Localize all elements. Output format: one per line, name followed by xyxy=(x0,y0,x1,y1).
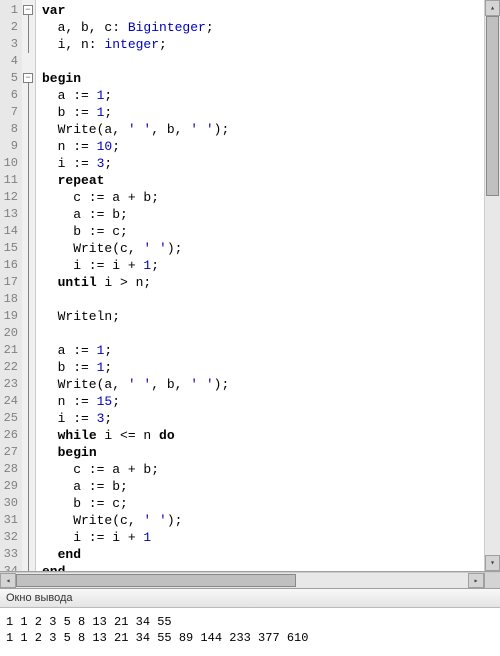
code-line[interactable]: i := i + 1 xyxy=(42,529,484,546)
line-number: 15 xyxy=(2,240,18,257)
line-number: 26 xyxy=(2,427,18,444)
line-number: 23 xyxy=(2,376,18,393)
code-line[interactable]: a := 1; xyxy=(42,342,484,359)
scroll-up-button[interactable]: ▴ xyxy=(485,0,500,16)
code-line[interactable]: Write(a, ' ', b, ' '); xyxy=(42,376,484,393)
code-line[interactable] xyxy=(42,53,484,70)
line-number: 11 xyxy=(2,172,18,189)
line-number: 19 xyxy=(2,308,18,325)
line-number: 5 xyxy=(2,70,18,87)
line-number: 8 xyxy=(2,121,18,138)
scroll-down-button[interactable]: ▾ xyxy=(485,555,500,571)
code-line[interactable]: n := 15; xyxy=(42,393,484,410)
code-line[interactable]: i := i + 1; xyxy=(42,257,484,274)
code-line[interactable] xyxy=(42,291,484,308)
line-number: 3 xyxy=(2,36,18,53)
line-number: 24 xyxy=(2,393,18,410)
line-number: 28 xyxy=(2,461,18,478)
vertical-scroll-thumb[interactable] xyxy=(486,16,499,196)
code-line[interactable]: a, b, c: Biginteger; xyxy=(42,19,484,36)
line-number: 7 xyxy=(2,104,18,121)
code-line[interactable]: c := a + b; xyxy=(42,461,484,478)
code-editor[interactable]: 1234567891011121314151617181920212223242… xyxy=(0,0,500,572)
code-line[interactable]: Writeln; xyxy=(42,308,484,325)
line-number: 32 xyxy=(2,529,18,546)
code-line[interactable]: Write(a, ' ', b, ' '); xyxy=(42,121,484,138)
line-number: 16 xyxy=(2,257,18,274)
line-number: 18 xyxy=(2,291,18,308)
code-line[interactable]: a := b; xyxy=(42,206,484,223)
line-number: 9 xyxy=(2,138,18,155)
line-number: 17 xyxy=(2,274,18,291)
line-number: 34 xyxy=(2,563,18,572)
code-line[interactable]: b := 1; xyxy=(42,359,484,376)
line-number: 30 xyxy=(2,495,18,512)
scroll-left-button[interactable]: ◂ xyxy=(0,573,16,588)
scroll-right-button[interactable]: ▸ xyxy=(468,573,484,588)
code-line[interactable]: end. xyxy=(42,563,484,571)
line-number: 2 xyxy=(2,19,18,36)
output-panel: Окно вывода 1 1 2 3 5 8 13 21 34 55 1 1 … xyxy=(0,588,500,656)
line-number: 12 xyxy=(2,189,18,206)
code-line[interactable]: begin xyxy=(42,70,484,87)
code-line[interactable]: Write(c, ' '); xyxy=(42,512,484,529)
line-number: 33 xyxy=(2,546,18,563)
code-line[interactable]: var xyxy=(42,2,484,19)
output-panel-title: Окно вывода xyxy=(0,589,500,608)
code-line[interactable]: while i <= n do xyxy=(42,427,484,444)
fold-column[interactable]: −− xyxy=(22,0,36,571)
code-line[interactable]: a := 1; xyxy=(42,87,484,104)
line-number: 21 xyxy=(2,342,18,359)
code-line[interactable]: c := a + b; xyxy=(42,189,484,206)
code-line[interactable] xyxy=(42,325,484,342)
line-number: 25 xyxy=(2,410,18,427)
code-line[interactable]: begin xyxy=(42,444,484,461)
line-number: 31 xyxy=(2,512,18,529)
line-number: 4 xyxy=(2,53,18,70)
code-line[interactable]: a := b; xyxy=(42,478,484,495)
line-number: 22 xyxy=(2,359,18,376)
code-line[interactable]: Write(c, ' '); xyxy=(42,240,484,257)
code-area[interactable]: var a, b, c: Biginteger; i, n: integer; … xyxy=(36,0,484,571)
fold-toggle-icon[interactable]: − xyxy=(23,5,33,15)
line-number: 20 xyxy=(2,325,18,342)
code-line[interactable]: b := c; xyxy=(42,223,484,240)
horizontal-scroll-thumb[interactable] xyxy=(16,574,296,587)
code-line[interactable]: b := 1; xyxy=(42,104,484,121)
line-number-gutter: 1234567891011121314151617181920212223242… xyxy=(0,0,22,571)
line-number: 1 xyxy=(2,2,18,19)
line-number: 10 xyxy=(2,155,18,172)
code-line[interactable]: n := 10; xyxy=(42,138,484,155)
code-line[interactable]: i := 3; xyxy=(42,410,484,427)
line-number: 29 xyxy=(2,478,18,495)
fold-toggle-icon[interactable]: − xyxy=(23,73,33,83)
line-number: 27 xyxy=(2,444,18,461)
output-body[interactable]: 1 1 2 3 5 8 13 21 34 55 1 1 2 3 5 8 13 2… xyxy=(0,608,500,656)
line-number: 6 xyxy=(2,87,18,104)
code-line[interactable]: end xyxy=(42,546,484,563)
code-line[interactable]: i, n: integer; xyxy=(42,36,484,53)
code-line[interactable]: until i > n; xyxy=(42,274,484,291)
vertical-scrollbar[interactable]: ▴ ▾ xyxy=(484,0,500,571)
horizontal-scrollbar[interactable]: ◂ ▸ xyxy=(0,572,500,588)
scrollbar-corner xyxy=(484,573,500,588)
code-line[interactable]: i := 3; xyxy=(42,155,484,172)
code-line[interactable]: repeat xyxy=(42,172,484,189)
code-line[interactable]: b := c; xyxy=(42,495,484,512)
line-number: 13 xyxy=(2,206,18,223)
line-number: 14 xyxy=(2,223,18,240)
